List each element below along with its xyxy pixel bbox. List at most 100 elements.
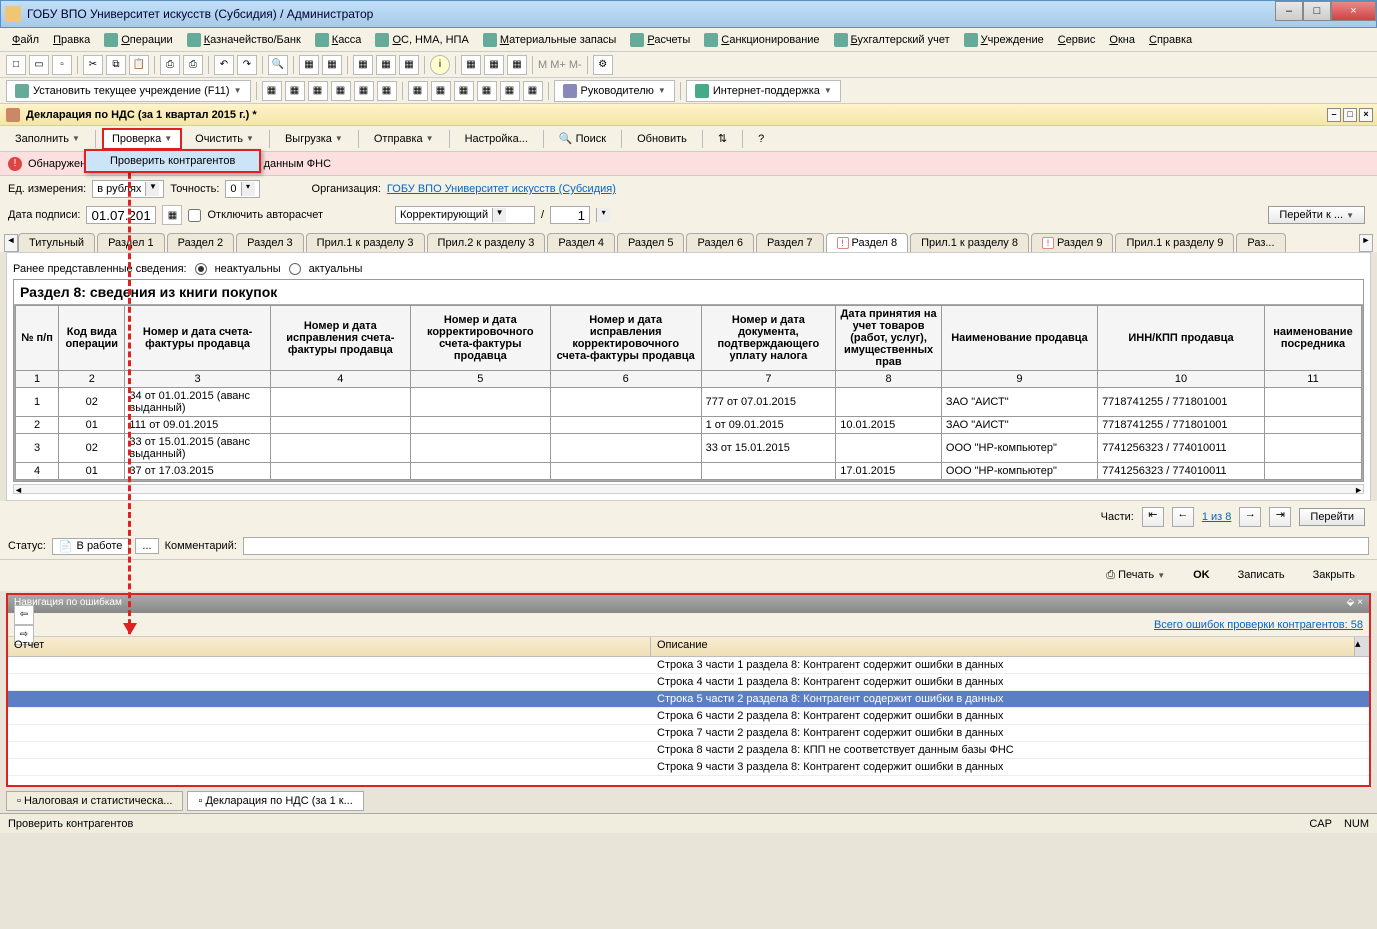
cell[interactable] — [1264, 388, 1361, 417]
table-row[interactable]: 10234 от 01.01.2015 (аванс выданный)777 … — [16, 388, 1362, 417]
menu-7[interactable]: Расчеты — [624, 30, 696, 50]
tb2-6[interactable]: ▦ — [377, 81, 397, 101]
save-icon[interactable]: ▫ — [52, 55, 72, 75]
num-spinner[interactable]: ▾ — [596, 208, 610, 222]
support-button[interactable]: Интернет-поддержка ▼ — [686, 80, 841, 102]
tab-scroll-left[interactable]: ◄ — [4, 234, 18, 252]
menu-6[interactable]: Материальные запасы — [477, 30, 623, 50]
export-button[interactable]: Выгрузка▼ — [276, 129, 352, 149]
cell[interactable]: 7718741255 / 771801001 — [1098, 417, 1265, 434]
tb2-10[interactable]: ▦ — [477, 81, 497, 101]
cell[interactable]: 7741256323 / 774010011 — [1098, 434, 1265, 463]
cell[interactable]: 17.01.2015 — [836, 463, 942, 480]
cell[interactable]: 01 — [59, 463, 125, 480]
cell[interactable] — [836, 388, 942, 417]
nav-next[interactable]: → — [1239, 507, 1261, 527]
tab-14[interactable]: Раз... — [1236, 233, 1285, 252]
table-row[interactable]: 40137 от 17.03.201517.01.2015ООО "НР-ком… — [16, 463, 1362, 480]
t3-icon[interactable]: ▦ — [353, 55, 373, 75]
auto-checkbox[interactable] — [188, 209, 201, 222]
print-icon[interactable]: ⎙ — [160, 55, 180, 75]
t2-icon[interactable]: ▦ — [322, 55, 342, 75]
tb2-9[interactable]: ▦ — [454, 81, 474, 101]
tab-7[interactable]: Раздел 5 — [617, 233, 685, 252]
cell[interactable]: 4 — [16, 463, 59, 480]
tool-x-icon[interactable]: ⚙ — [593, 55, 613, 75]
cell[interactable] — [410, 434, 550, 463]
subwin-close[interactable]: × — [1359, 108, 1373, 122]
cell[interactable]: ЗАО "АИСТ" — [941, 417, 1097, 434]
minimize-button[interactable]: – — [1275, 1, 1303, 21]
cell[interactable] — [1264, 417, 1361, 434]
cell[interactable]: 01 — [59, 417, 125, 434]
send-button[interactable]: Отправка▼ — [365, 129, 443, 149]
radio-opt1[interactable] — [195, 263, 207, 275]
close-doc-button[interactable]: Закрыть — [1303, 566, 1365, 585]
undo-icon[interactable]: ↶ — [214, 55, 234, 75]
error-close-icon[interactable]: × — [1357, 597, 1363, 608]
menu-10[interactable]: Учреждение — [958, 30, 1050, 50]
cell[interactable]: 02 — [59, 388, 125, 417]
extra1-button[interactable]: ⇅ — [709, 128, 736, 149]
setup-button[interactable]: Настройка... — [456, 129, 537, 149]
cell[interactable] — [1264, 463, 1361, 480]
tab-2[interactable]: Раздел 2 — [167, 233, 235, 252]
menu-3[interactable]: Казначейство/Банк — [181, 30, 307, 50]
print2-icon[interactable]: ⎙ — [183, 55, 203, 75]
tb2-1[interactable]: ▦ — [262, 81, 282, 101]
extra2-button[interactable]: ? — [749, 129, 773, 149]
menu-11[interactable]: Сервис — [1052, 31, 1102, 49]
help-icon[interactable]: i — [430, 55, 450, 75]
tab-10[interactable]: !Раздел 8 — [826, 233, 909, 252]
error-row[interactable]: Строка 6 части 2 раздела 8: Контрагент с… — [8, 708, 1369, 725]
page-info[interactable]: 1 из 8 — [1202, 511, 1232, 523]
error-row[interactable]: Строка 3 части 1 раздела 8: Контрагент с… — [8, 657, 1369, 674]
tab-scroll-right[interactable]: ► — [1359, 234, 1373, 252]
calendar-icon[interactable]: ▦ — [162, 205, 182, 225]
cell[interactable] — [270, 417, 410, 434]
calc-icon[interactable]: ▦ — [461, 55, 481, 75]
save-button[interactable]: Записать — [1228, 566, 1295, 585]
status-select[interactable]: 📄В работе — [52, 538, 130, 555]
t4-icon[interactable]: ▦ — [376, 55, 396, 75]
cell[interactable] — [550, 434, 701, 463]
cell[interactable] — [410, 417, 550, 434]
table-wrap[interactable]: № п/пКод вида операцииНомер и дата счета… — [14, 304, 1363, 481]
cell[interactable]: ЗАО "АИСТ" — [941, 388, 1097, 417]
tab-0[interactable]: Титульный — [18, 233, 95, 252]
cell[interactable]: 2 — [16, 417, 59, 434]
subwin-max[interactable]: □ — [1343, 108, 1357, 122]
table-row[interactable]: 30233 от 15.01.2015 (аванс выданный)33 о… — [16, 434, 1362, 463]
cal-icon[interactable]: ▦ — [507, 55, 527, 75]
tb2-3[interactable]: ▦ — [308, 81, 328, 101]
leader-button[interactable]: Руководителю ▼ — [554, 80, 675, 102]
radio-opt2[interactable] — [289, 263, 301, 275]
copy-icon[interactable]: ⧉ — [106, 55, 126, 75]
precision-select[interactable]: 0▾ — [225, 180, 259, 198]
nav-first[interactable]: ⇤ — [1142, 507, 1164, 527]
bottom-tab-2[interactable]: ▫ Декларация по НДС (за 1 к... — [187, 791, 363, 811]
search-button[interactable]: 🔍Поиск — [550, 128, 615, 149]
paste-icon[interactable]: 📋 — [129, 55, 149, 75]
tb2-5[interactable]: ▦ — [354, 81, 374, 101]
cell[interactable] — [550, 417, 701, 434]
open-icon[interactable]: ▭ — [29, 55, 49, 75]
goto-button[interactable]: Перейти к ... ▼ — [1268, 206, 1365, 224]
menu-12[interactable]: Окна — [1103, 31, 1141, 49]
cell[interactable] — [270, 434, 410, 463]
tab-13[interactable]: Прил.1 к разделу 9 — [1115, 233, 1234, 252]
cell[interactable] — [410, 388, 550, 417]
bottom-tab-1[interactable]: ▫ Налоговая и статистическа... — [6, 791, 183, 811]
tab-11[interactable]: Прил.1 к разделу 8 — [910, 233, 1029, 252]
nav-prev[interactable]: ← — [1172, 507, 1194, 527]
redo-icon[interactable]: ↷ — [237, 55, 257, 75]
cell[interactable] — [836, 434, 942, 463]
new-icon[interactable]: □ — [6, 55, 26, 75]
comment-input[interactable] — [243, 537, 1369, 555]
nav-last[interactable]: ⇥ — [1269, 507, 1291, 527]
menu-4[interactable]: Касса — [309, 30, 368, 50]
date-icon[interactable]: ▦ — [484, 55, 504, 75]
tab-4[interactable]: Прил.1 к разделу 3 — [306, 233, 425, 252]
cell[interactable]: 777 от 07.01.2015 — [701, 388, 836, 417]
cell[interactable]: 37 от 17.03.2015 — [125, 463, 270, 480]
